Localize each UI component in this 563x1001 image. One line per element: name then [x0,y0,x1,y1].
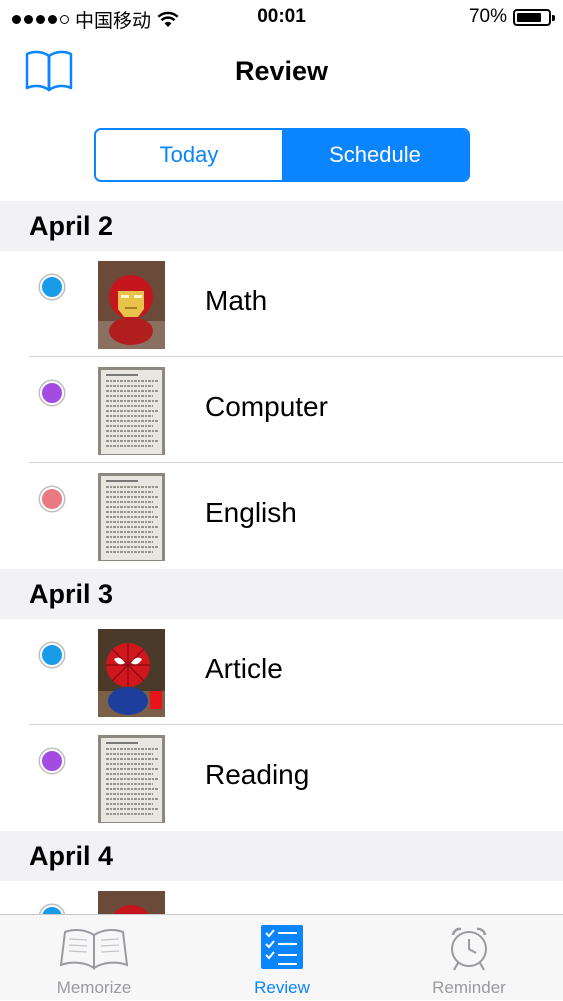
status-right: 70% [468,6,555,28]
color-dot-icon [40,487,64,511]
tab-reminder[interactable]: Reminder [375,915,563,1001]
item-title: Computer [205,391,328,422]
segment-today[interactable]: Today [96,130,282,180]
review-item-row[interactable]: Reading [0,725,563,831]
battery-icon [513,8,555,26]
review-item-row[interactable]: Math [0,251,563,357]
item-title: Math [205,285,268,316]
item-title: English [205,497,297,528]
item-title: Article [205,653,283,684]
tab-memorize[interactable]: Memorize [0,915,188,1001]
section-header: April 2 [0,201,563,251]
tab-memorize-label: Memorize [56,978,132,997]
page-title: Review [234,56,329,86]
tab-review-label: Review [254,978,310,997]
color-dot-icon [40,381,64,405]
item-thumbnail [98,735,165,823]
review-schedule-list: April 2 Math Computer English April 3 Article… [0,201,563,987]
status-bar: 中国移动 00:01 70% [0,0,563,34]
segmented-control: Today Schedule [94,128,470,182]
item-thumbnail [98,261,165,349]
section-header: April 4 [0,831,563,881]
checklist-icon [261,925,303,969]
item-title: Reading [205,759,310,790]
alarm-clock-icon [451,927,487,971]
tab-bar: Memorize Review Reminder [0,914,563,1000]
section-header: April 3 [0,569,563,619]
segment-schedule[interactable]: Schedule [282,130,468,180]
review-item-row[interactable]: English [0,463,563,569]
review-item-row[interactable]: Article [0,619,563,725]
open-book-icon [59,929,129,970]
color-dot-icon [40,275,64,299]
item-thumbnail [98,367,165,455]
navigation-bar: Review [0,34,563,114]
review-item-row[interactable]: Computer [0,357,563,463]
tab-reminder-label: Reminder [432,978,506,997]
color-dot-icon [40,749,64,773]
item-thumbnail [98,473,165,561]
item-thumbnail [98,629,165,717]
tab-review[interactable]: Review [188,915,376,1001]
battery-percent: 70% [468,6,507,27]
color-dot-icon [40,643,64,667]
